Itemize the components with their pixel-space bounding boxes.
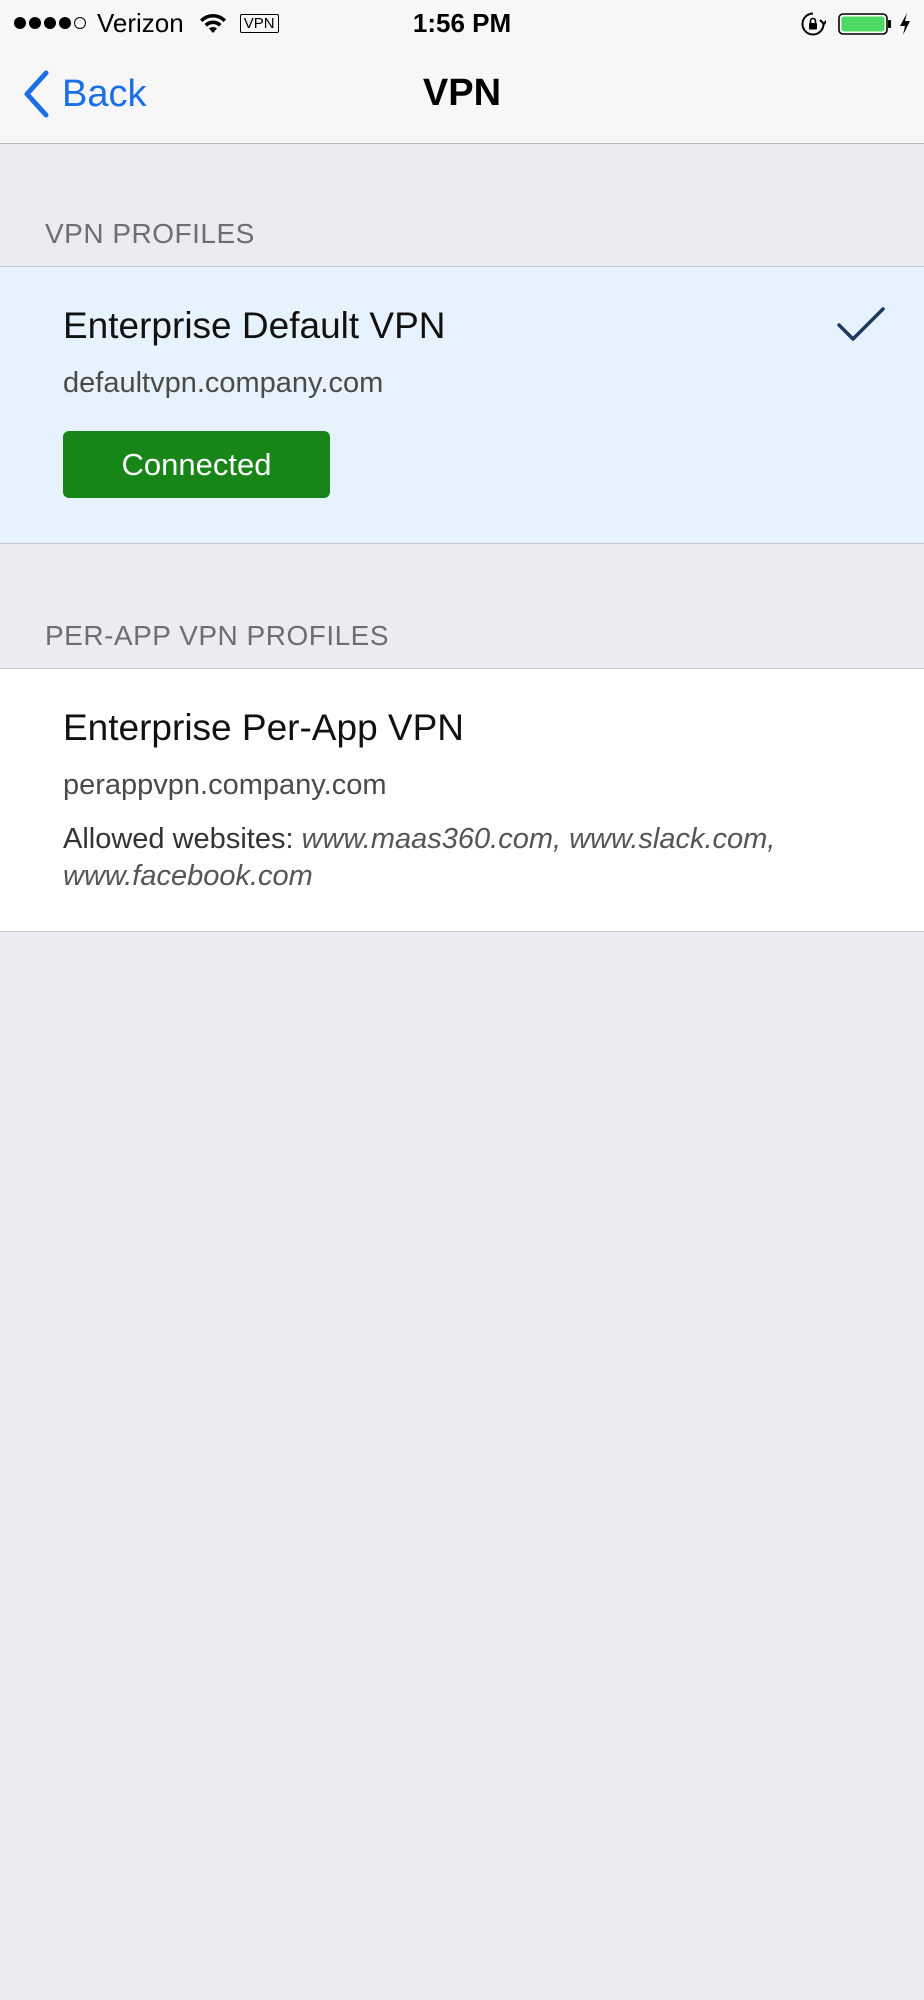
status-bar: Verizon VPN 1:56 PM bbox=[0, 0, 924, 46]
status-right bbox=[800, 9, 912, 39]
profile-host: defaultvpn.company.com bbox=[63, 367, 384, 399]
profile-name: Enterprise Per-App VPN bbox=[63, 707, 465, 748]
vpn-profile-per-app[interactable]: Enterprise Per-App VPN perappvpn.company… bbox=[0, 668, 924, 932]
section-header-per-app-profiles: PER-APP VPN PROFILES bbox=[45, 620, 390, 651]
navigation-bar: Back VPN bbox=[0, 46, 924, 144]
page-title: VPN bbox=[422, 72, 502, 114]
connected-status-badge: Connected bbox=[63, 431, 330, 498]
allowed-websites: Allowed websites: www.maas360.com, www.s… bbox=[63, 821, 893, 895]
profile-host: perappvpn.company.com bbox=[63, 769, 387, 801]
rotation-lock-icon bbox=[801, 12, 826, 36]
checkmark-icon bbox=[837, 307, 885, 341]
vpn-profile-default[interactable]: Enterprise Default VPN defaultvpn.compan… bbox=[0, 266, 924, 544]
charging-bolt-icon bbox=[900, 13, 910, 35]
battery-icon bbox=[838, 13, 891, 35]
profile-name: Enterprise Default VPN bbox=[63, 305, 446, 346]
section-header-vpn-profiles: VPN PROFILES bbox=[45, 218, 255, 249]
status-time: 1:56 PM bbox=[412, 8, 512, 38]
allowed-websites-label: Allowed websites: bbox=[63, 823, 302, 855]
